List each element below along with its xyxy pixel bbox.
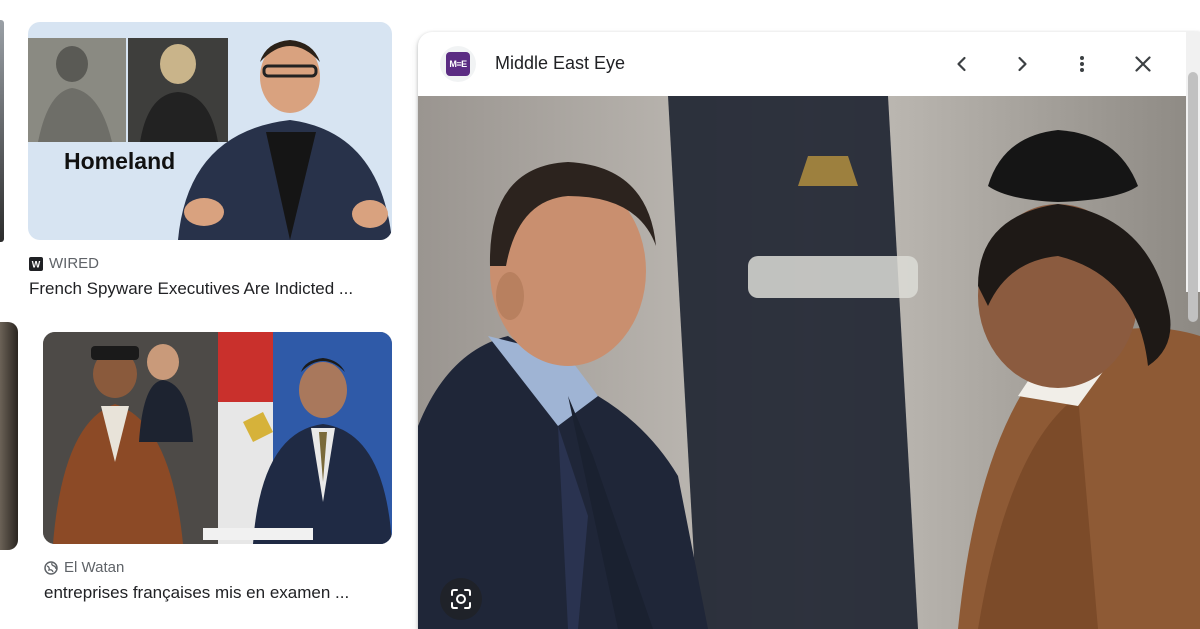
previous-button[interactable] — [942, 44, 982, 84]
next-button[interactable] — [1002, 44, 1042, 84]
viewer-header: M≡E Middle East Eye — [418, 32, 1200, 96]
more-vert-icon — [1080, 56, 1084, 72]
middle-east-eye-logo-icon: M≡E — [446, 52, 470, 76]
source-name: WIRED — [49, 255, 99, 272]
result-title[interactable]: French Spyware Executives Are Indicted .… — [29, 279, 353, 299]
preview-image[interactable] — [418, 96, 1200, 629]
site-name[interactable]: Middle East Eye — [495, 53, 625, 74]
close-icon — [1135, 56, 1151, 72]
result-source[interactable]: El Watan — [44, 559, 124, 576]
result-card[interactable]: Homeland W WIRED French Spyware Executiv… — [0, 0, 400, 310]
handshake-photo — [418, 96, 1200, 629]
result-thumbnail[interactable] — [43, 332, 392, 544]
chevron-left-icon — [957, 56, 966, 72]
chevron-right-icon — [1018, 56, 1027, 72]
close-button[interactable] — [1123, 44, 1163, 84]
source-name: El Watan — [64, 559, 125, 576]
result-thumbnail[interactable]: Homeland — [28, 22, 392, 240]
thumbnail-caption: Homeland — [64, 148, 176, 174]
wired-logo-icon: W — [29, 256, 43, 271]
site-logo[interactable]: M≡E — [440, 46, 476, 82]
google-lens-button[interactable] — [440, 578, 482, 620]
more-options-button[interactable] — [1062, 44, 1102, 84]
image-viewer-panel: M≡E Middle East Eye — [418, 32, 1200, 629]
google-lens-icon — [451, 589, 471, 609]
result-card[interactable]: El Watan entreprises françaises mis en e… — [0, 315, 400, 615]
result-title[interactable]: entreprises françaises mis en examen ... — [44, 583, 349, 603]
svg-text:W: W — [32, 259, 41, 269]
homeland-thumbnail-image — [28, 22, 392, 240]
result-source[interactable]: W WIRED — [29, 255, 99, 272]
globe-icon — [44, 560, 58, 575]
scrollbar-thumb[interactable] — [1188, 72, 1198, 322]
page-scrollbar[interactable] — [1186, 32, 1200, 322]
leaders-thumbnail-image — [43, 332, 392, 544]
